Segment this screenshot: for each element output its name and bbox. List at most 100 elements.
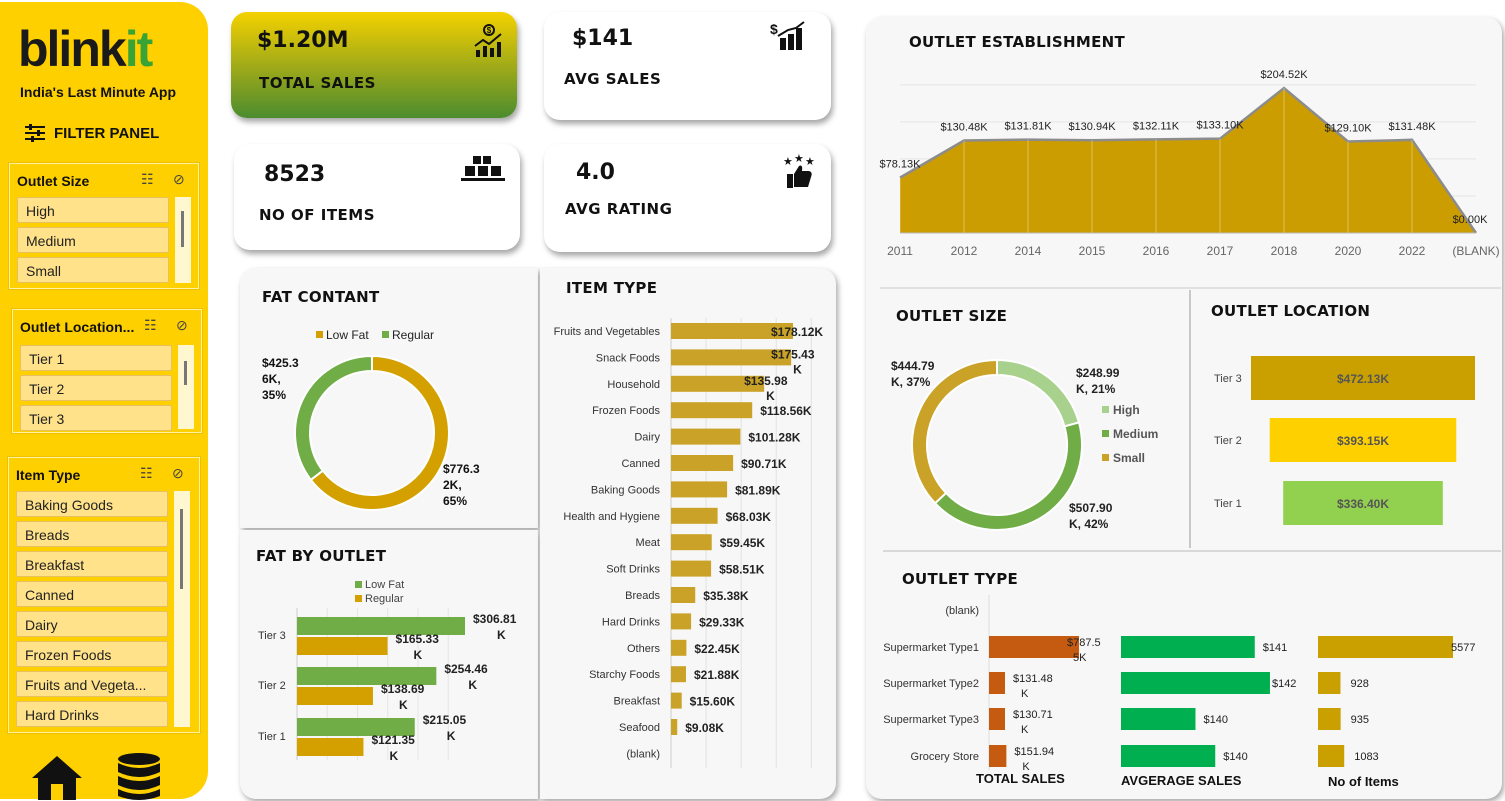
- slicer-item-tier-2[interactable]: Tier 2: [20, 375, 172, 401]
- item-type-slicer: Item Type ☷ ⊘ Baking Goods Breads Breakf…: [7, 456, 201, 734]
- data-label: K, 42%: [1069, 517, 1109, 531]
- tick-label: (BLANK): [1452, 244, 1499, 258]
- tick-label: 2012: [951, 244, 978, 258]
- slicer-scrollbar[interactable]: [175, 197, 191, 283]
- data-label: $248.99: [1076, 366, 1120, 380]
- data-label: $142: [1272, 678, 1296, 690]
- slicer-item-tier-1[interactable]: Tier 1: [20, 345, 172, 371]
- multi-select-icon[interactable]: ☷: [141, 171, 154, 188]
- svg-text:★: ★: [805, 156, 815, 168]
- slicer-item[interactable]: Fruits and Vegeta...: [16, 671, 168, 697]
- dollar-bars-icon: $: [770, 21, 805, 50]
- slicer-item[interactable]: Canned: [16, 581, 168, 607]
- bar: [671, 639, 687, 656]
- slicer-item[interactable]: Hard Drinks: [16, 701, 168, 727]
- tick-label: Dairy: [634, 432, 660, 444]
- database-icon[interactable]: [116, 752, 162, 801]
- slicer-scrollbar[interactable]: [174, 491, 190, 727]
- bar: [1318, 745, 1345, 767]
- tick-label: 2017: [1207, 244, 1234, 258]
- data-label: K: [468, 678, 477, 692]
- slicer-item-tier-3[interactable]: Tier 3: [20, 405, 172, 431]
- data-label: $204.52K: [1260, 69, 1308, 81]
- clear-filter-icon[interactable]: ⊘: [176, 317, 188, 334]
- scroll-thumb[interactable]: [181, 211, 184, 247]
- slicer-item[interactable]: Dairy: [16, 611, 168, 637]
- data-label: $22.45K: [694, 642, 740, 656]
- chart-title: OUTLET ESTABLISHMENT: [909, 33, 1126, 51]
- scroll-thumb[interactable]: [180, 509, 183, 589]
- slicer-item-medium[interactable]: Medium: [17, 227, 169, 253]
- legend-label: Low Fat: [326, 328, 369, 342]
- data-label: $254.46: [444, 662, 488, 676]
- clear-filter-icon[interactable]: ⊘: [173, 171, 185, 188]
- data-label: $133.10K: [1196, 120, 1244, 132]
- data-label: 935: [1351, 714, 1369, 726]
- data-label: $59.45K: [720, 536, 766, 550]
- data-label: $68.03K: [726, 510, 772, 524]
- slicer-item[interactable]: Baking Goods: [16, 491, 168, 517]
- tick-label: 2018: [1271, 244, 1298, 258]
- home-icon[interactable]: [30, 754, 84, 800]
- fat-by-outlet-panel: FAT BY OUTLET Low Fat Regular Tier 3 $306.8…: [240, 530, 538, 799]
- slicer-item[interactable]: Breads: [16, 521, 168, 547]
- avg-rating-value: 4.0: [576, 160, 615, 185]
- outlet-size-slicer-title: Outlet Size: [17, 173, 90, 189]
- data-label: $21.88K: [694, 668, 740, 682]
- bar: [1121, 708, 1196, 730]
- bar: [297, 637, 388, 655]
- legend-label: Regular: [392, 328, 434, 342]
- data-label: 2K,: [443, 478, 462, 492]
- data-label: $9.08K: [685, 721, 724, 735]
- kpi-avg-sales: $141 AVG SALES $: [544, 12, 831, 120]
- tick-label: Breakfast: [614, 696, 660, 708]
- bar: [671, 719, 678, 735]
- slicer-item-small[interactable]: Small: [17, 257, 169, 283]
- tick-label: Breads: [625, 590, 660, 602]
- legend-label: High: [1113, 403, 1140, 417]
- clear-filter-icon[interactable]: ⊘: [172, 465, 184, 482]
- data-label: K: [1021, 724, 1029, 736]
- data-label: $35.38K: [703, 589, 749, 603]
- bar: [989, 708, 1005, 730]
- scroll-thumb[interactable]: [184, 361, 187, 385]
- slicer-item[interactable]: Breakfast: [16, 551, 168, 577]
- kpi-no-of-items: 8523 NO OF ITEMS: [234, 144, 520, 250]
- multi-select-icon[interactable]: ☷: [144, 317, 157, 334]
- total-sales-label: TOTAL SALES: [259, 74, 376, 92]
- no-of-items-label: NO OF ITEMS: [259, 206, 376, 224]
- series-label: AVGERAGE SALES: [1121, 773, 1242, 788]
- data-label: K: [793, 362, 802, 376]
- multi-select-icon[interactable]: ☷: [140, 465, 153, 482]
- slicer-scrollbar[interactable]: [178, 345, 194, 429]
- svg-text:$: $: [770, 21, 778, 37]
- data-label: $0.00K: [1453, 214, 1489, 226]
- data-label: 928: [1350, 678, 1368, 690]
- legend-label: Low Fat: [365, 579, 404, 591]
- data-label: $140: [1203, 714, 1227, 726]
- slicer-item-high[interactable]: High: [17, 197, 169, 223]
- svg-text:★: ★: [783, 156, 793, 168]
- fat-content-panel: FAT CONTANT Low Fat Regular $776.3 2K, 65% $4…: [240, 268, 538, 528]
- tick-label: Tier 1: [258, 731, 286, 743]
- data-label: $507.90: [1069, 501, 1113, 515]
- legend-swatch: [355, 581, 362, 588]
- chart-title: OUTLET TYPE: [902, 570, 1019, 588]
- kpi-total-sales: $1.20M TOTAL SALES $: [231, 12, 517, 118]
- data-label: $141: [1263, 642, 1287, 654]
- item-type-chart: Fruits and Vegetables $178.12K Snack Foods…: [554, 318, 823, 768]
- bar: [671, 666, 686, 683]
- data-label: K: [497, 628, 506, 642]
- tick-label: Health and Hygiene: [563, 511, 660, 523]
- tick-label: 2020: [1335, 244, 1362, 258]
- tick-label: Supermarket Type3: [883, 714, 979, 726]
- bar: [671, 587, 696, 603]
- tick-label: Snack Foods: [596, 352, 661, 364]
- data-label: $131.48: [1013, 673, 1053, 685]
- bar: [297, 738, 364, 756]
- boxes-icon: [461, 156, 505, 181]
- data-label: $393.15K: [1337, 434, 1389, 448]
- tick-label: Hard Drinks: [602, 616, 661, 628]
- slicer-item[interactable]: Frozen Foods: [16, 641, 168, 667]
- legend-swatch: [382, 331, 389, 338]
